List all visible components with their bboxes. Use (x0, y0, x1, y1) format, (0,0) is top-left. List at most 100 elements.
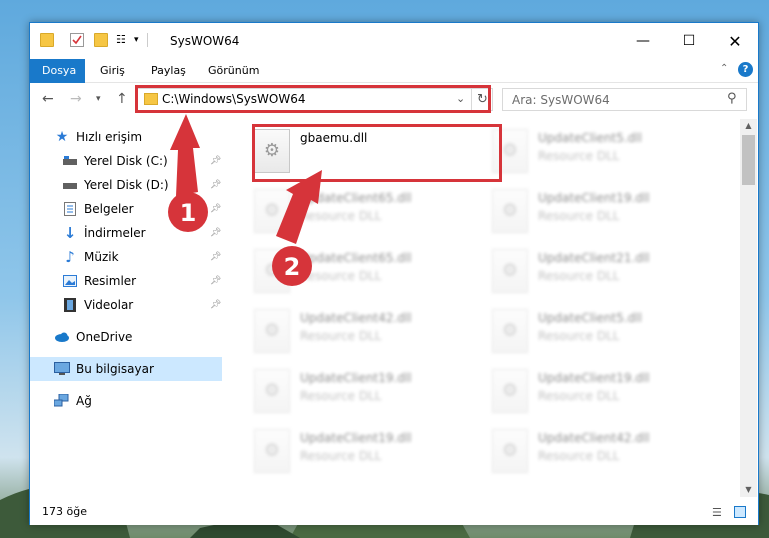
file-type: Resource DLL (538, 389, 620, 403)
tab-home[interactable]: Giriş (88, 59, 137, 83)
file-name: gbaemu.dll (300, 131, 368, 145)
nav-item-music[interactable]: ♪ Müzik 📌︎ (30, 245, 222, 269)
gear-icon: ⚙ (501, 380, 519, 401)
documents-icon (62, 201, 78, 217)
properties-icon[interactable] (70, 33, 84, 47)
file-item[interactable]: ⚙ UpdateClient19.dll Resource DLL (488, 185, 718, 241)
file-item[interactable]: ⚙ UpdateClient65.dll Resource DLL (250, 185, 480, 241)
address-dropdown-icon[interactable]: ⌄ (456, 92, 465, 105)
drive-icon (62, 153, 78, 169)
gear-icon: ⚙ (501, 140, 519, 161)
search-placeholder: Ara: SysWOW64 (512, 93, 610, 107)
gear-icon: ⚙ (501, 320, 519, 341)
file-item-gbaemu[interactable]: ⚙ gbaemu.dll (250, 125, 480, 181)
file-type: Resource DLL (300, 449, 382, 463)
file-item[interactable]: ⚙ UpdateClient65.dll Resource DLL (250, 245, 480, 301)
file-name: UpdateClient19.dll (538, 371, 650, 385)
nav-this-pc[interactable]: Bu bilgisayar (30, 357, 222, 381)
nav-label: Videolar (84, 298, 134, 312)
file-item[interactable]: ⚙ UpdateClient5.dll Resource DLL (488, 125, 718, 181)
help-icon[interactable]: ? (738, 62, 753, 77)
file-item[interactable]: ⚙ UpdateClient42.dll Resource DLL (250, 305, 480, 361)
ribbon-expand-icon[interactable]: ⌃ (720, 63, 728, 74)
explorer-window: ☷ ▾ SysWOW64 — ☐ ✕ Dosya Giriş Paylaş Gö… (29, 22, 759, 525)
file-type: Resource DLL (300, 389, 382, 403)
file-type: Resource DLL (538, 329, 620, 343)
nav-network[interactable]: Ağ (30, 389, 222, 413)
scroll-up-icon[interactable]: ▲ (740, 119, 757, 133)
nav-item-videos[interactable]: Videolar 📌︎ (30, 293, 222, 317)
film-icon (62, 297, 78, 313)
file-item[interactable]: ⚙ UpdateClient5.dll Resource DLL (488, 305, 718, 361)
file-type: Resource DLL (538, 449, 620, 463)
new-folder-icon[interactable] (94, 33, 108, 47)
pin-icon[interactable]: 📌︎ (210, 180, 221, 190)
recent-locations-icon[interactable]: ▾ (96, 94, 101, 104)
file-item[interactable]: ⚙ UpdateClient19.dll Resource DLL (250, 425, 480, 481)
nav-quick-access[interactable]: ★ Hızlı erişim (30, 125, 222, 149)
scroll-thumb[interactable] (742, 135, 755, 185)
vertical-scrollbar[interactable]: ▲ ▼ (740, 119, 757, 497)
pin-icon[interactable]: 📌︎ (210, 228, 221, 238)
tab-share[interactable]: Paylaş (139, 59, 198, 83)
file-type: Resource DLL (538, 209, 620, 223)
nav-item-documents[interactable]: Belgeler 📌︎ (30, 197, 222, 221)
gear-icon: ⚙ (263, 380, 281, 401)
cloud-icon (54, 329, 70, 345)
nav-item-pictures[interactable]: Resimler 📌︎ (30, 269, 222, 293)
address-row: ← → ▾ ↑ C:\Windows\SysWOW64 ⌄ ↻ Ara: Sys… (30, 84, 758, 116)
search-icon[interactable]: ⚲ (727, 91, 737, 106)
network-icon (54, 393, 70, 409)
details-view-icon[interactable]: ☰ (712, 506, 722, 519)
dll-file-icon: ⚙ (492, 249, 528, 293)
dll-file-icon: ⚙ (254, 249, 290, 293)
file-name: UpdateClient19.dll (538, 191, 650, 205)
file-type: Resource DLL (538, 269, 620, 283)
quick-access-dropdown-icon[interactable]: ▾ (134, 33, 148, 47)
nav-item-local-disk-c[interactable]: Yerel Disk (C:) 📌︎ (30, 149, 222, 173)
up-arrow-icon[interactable]: ↑ (116, 91, 128, 107)
view-options-icon[interactable]: ☷ (116, 33, 130, 47)
gear-icon: ⚙ (263, 440, 281, 461)
nav-label: Yerel Disk (C:) (84, 154, 168, 168)
address-path[interactable]: C:\Windows\SysWOW64 (162, 92, 306, 106)
large-icons-view-icon[interactable] (734, 506, 746, 518)
file-name: UpdateClient42.dll (538, 431, 650, 445)
download-arrow-icon: ↓ (63, 224, 77, 242)
back-arrow-icon[interactable]: ← (42, 91, 54, 107)
pin-icon[interactable]: 📌︎ (210, 204, 221, 214)
file-name: UpdateClient21.dll (538, 251, 650, 265)
pin-icon[interactable]: 📌︎ (210, 252, 221, 262)
nav-item-local-disk-d[interactable]: Yerel Disk (D:) 📌︎ (30, 173, 222, 197)
pin-icon[interactable]: 📌︎ (210, 156, 221, 166)
tab-view[interactable]: Görünüm (196, 59, 271, 83)
refresh-icon[interactable]: ↻ (471, 89, 493, 110)
nav-label: Belgeler (84, 202, 134, 216)
file-item[interactable]: ⚙ UpdateClient19.dll Resource DLL (488, 365, 718, 421)
nav-label: İndirmeler (84, 226, 146, 240)
file-item[interactable]: ⚙ UpdateClient19.dll Resource DLL (250, 365, 480, 421)
nav-label: OneDrive (76, 330, 133, 344)
nav-label: Yerel Disk (D:) (84, 178, 169, 192)
file-list: ⚙ gbaemu.dll ⚙ UpdateClient5.dll Resourc… (226, 119, 740, 499)
pin-icon[interactable]: 📌︎ (210, 300, 221, 310)
scroll-down-icon[interactable]: ▼ (740, 483, 757, 497)
tab-file[interactable]: Dosya (30, 59, 85, 83)
pin-icon[interactable]: 📌︎ (210, 276, 221, 286)
dll-file-icon: ⚙ (254, 429, 290, 473)
minimize-button[interactable]: — (620, 23, 666, 59)
forward-arrow-icon[interactable]: → (70, 91, 82, 107)
maximize-button[interactable]: ☐ (666, 23, 712, 59)
search-input[interactable]: Ara: SysWOW64 ⚲ (502, 88, 747, 111)
window-title: SysWOW64 (170, 34, 240, 48)
gear-icon: ⚙ (501, 260, 519, 281)
monitor-icon (54, 361, 70, 377)
close-button[interactable]: ✕ (712, 23, 758, 59)
nav-item-downloads[interactable]: ↓ İndirmeler 📌︎ (30, 221, 222, 245)
file-item[interactable]: ⚙ UpdateClient21.dll Resource DLL (488, 245, 718, 301)
dll-file-icon: ⚙ (492, 309, 528, 353)
file-item[interactable]: ⚙ UpdateClient42.dll Resource DLL (488, 425, 718, 481)
address-bar[interactable]: C:\Windows\SysWOW64 ⌄ ↻ (137, 88, 493, 111)
file-type: Resource DLL (538, 149, 620, 163)
nav-onedrive[interactable]: OneDrive (30, 325, 222, 349)
